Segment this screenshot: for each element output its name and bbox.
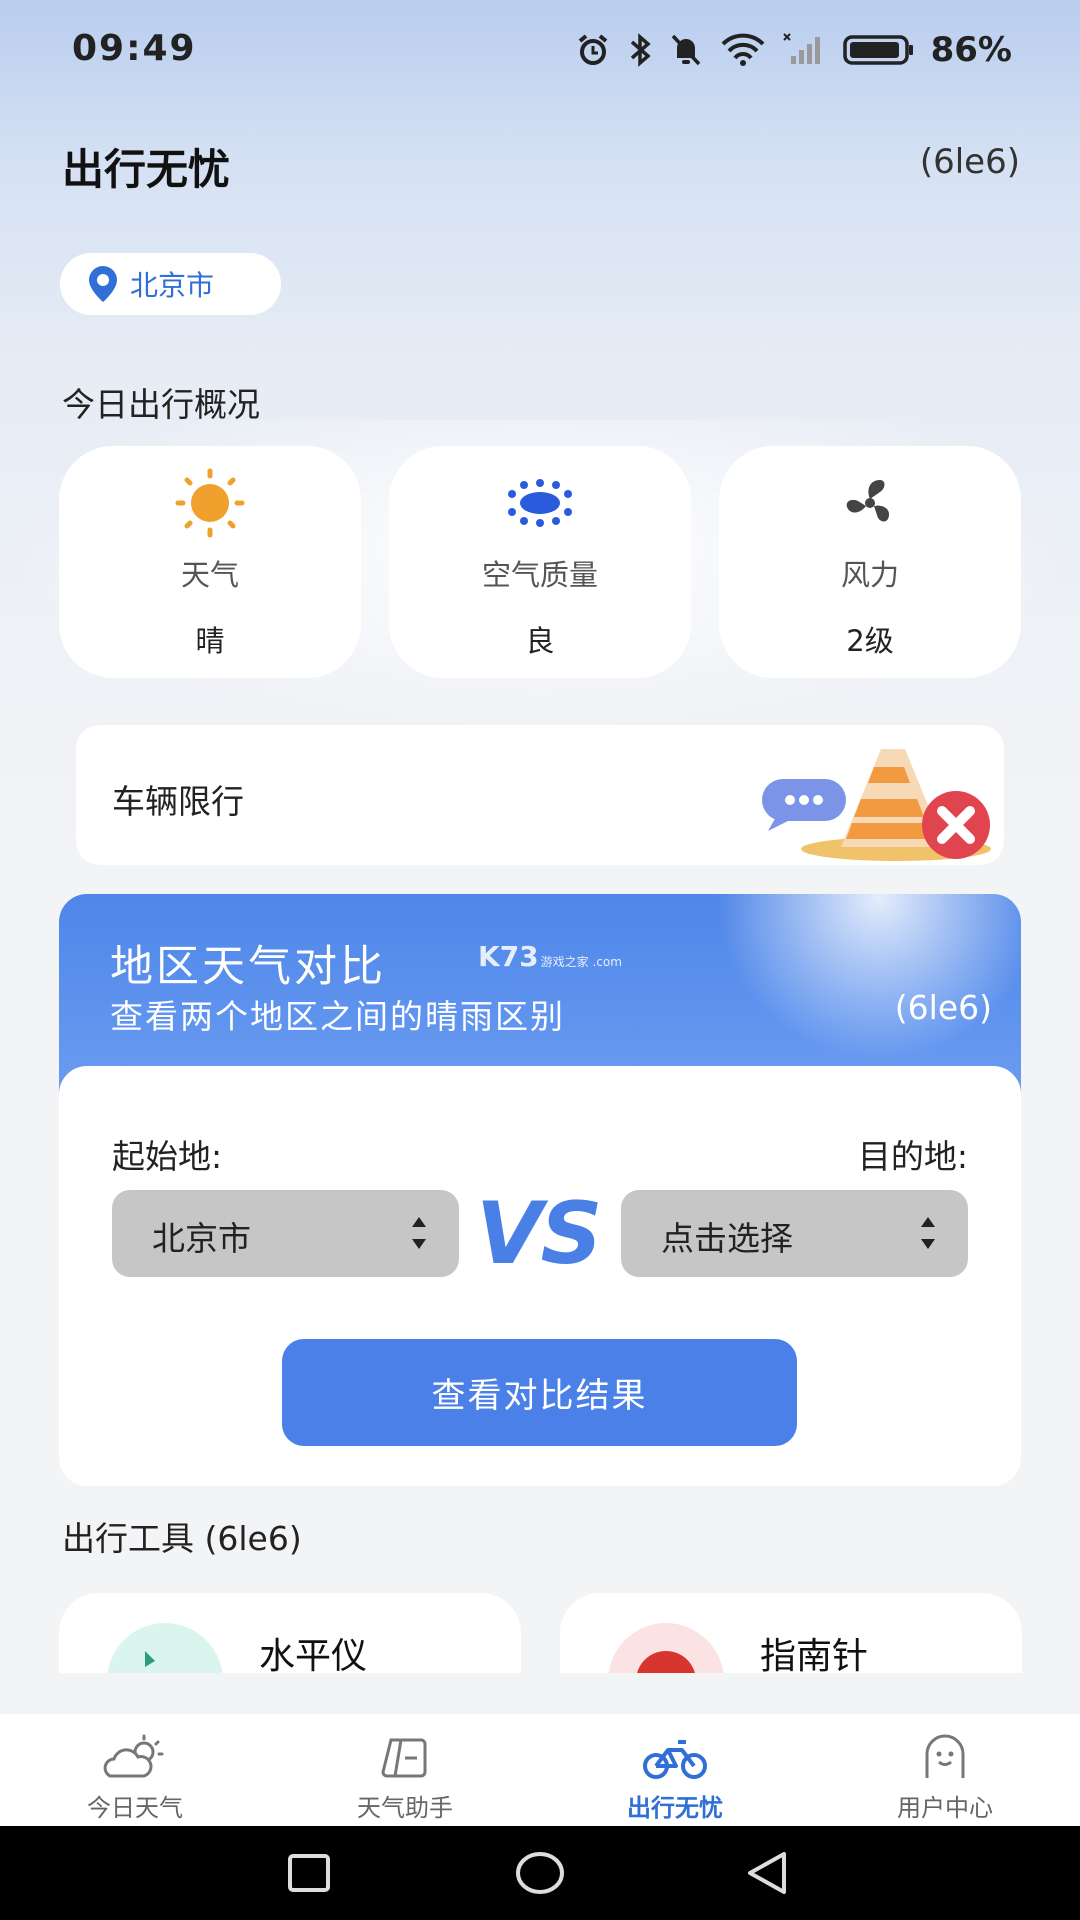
back-icon[interactable] (744, 1848, 792, 1898)
tool-compass-label: 指南针 (760, 1636, 869, 1673)
alarm-icon (578, 34, 607, 65)
select-arrows-icon (412, 1217, 426, 1249)
tab-travel[interactable]: 出行无忧 (575, 1734, 775, 1823)
origin-select[interactable]: 北京市 (112, 1190, 459, 1277)
cloud-sun-icon (103, 1734, 164, 1778)
weather-label: 天气 (180, 558, 239, 592)
wind-value: 2级 (846, 624, 894, 658)
tool-compass[interactable]: 指南针 (560, 1593, 1022, 1673)
weather-card[interactable]: 天气 晴 (59, 446, 361, 678)
destination-select[interactable]: 点击选择 (621, 1190, 968, 1277)
battery-icon (842, 35, 913, 65)
tab-label: 用户中心 (897, 1794, 993, 1822)
wind-label: 风力 (840, 558, 899, 592)
wifi-icon (721, 33, 765, 66)
page-title: 出行无忧 (62, 145, 231, 194)
status-icons: 86% (575, 30, 1012, 70)
tab-weather-assistant[interactable]: 天气助手 (305, 1734, 505, 1823)
view-compare-result-button[interactable]: 查看对比结果 (282, 1339, 797, 1446)
select-arrows-icon (921, 1217, 935, 1249)
battery-percent: 86% (930, 30, 1012, 70)
location-pin-icon (89, 266, 117, 302)
destination-label: 目的地: (857, 1137, 968, 1176)
user-icon (925, 1734, 965, 1778)
system-navigation-bar (0, 1826, 1080, 1920)
air-quality-label: 空气质量 (481, 558, 598, 592)
status-time: 09:49 (72, 28, 197, 69)
tab-label: 今日天气 (87, 1794, 183, 1822)
mute-bell-icon (671, 34, 700, 66)
tab-user-center[interactable]: 用户中心 (845, 1734, 1045, 1823)
home-icon[interactable] (514, 1850, 566, 1896)
compare-subtitle: 查看两个地区之间的晴雨区别 (110, 997, 565, 1036)
compare-title: 地区天气对比 (110, 942, 386, 992)
vehicle-restriction-label: 车辆限行 (112, 782, 244, 821)
bicycle-icon (643, 1740, 707, 1779)
overview-title: 今日出行概况 (62, 385, 260, 424)
bluetooth-icon (630, 33, 651, 67)
watermark: K73 游戏之家 .com (478, 940, 622, 973)
tools-title: 出行工具 (6le6) (62, 1519, 302, 1558)
weather-value: 晴 (195, 624, 225, 658)
air-quality-icon (500, 468, 580, 538)
vehicle-restriction-card[interactable]: 车辆限行 (76, 725, 1004, 865)
air-quality-value: 良 (525, 624, 555, 658)
recent-apps-icon[interactable] (286, 1852, 332, 1894)
assistant-icon (381, 1738, 427, 1778)
tool-level[interactable]: 水平仪 (59, 1593, 521, 1673)
tab-label: 出行无忧 (627, 1794, 723, 1822)
tab-label: 天气助手 (357, 1794, 453, 1822)
wind-card[interactable]: 风力 2级 (719, 446, 1021, 678)
version-label: (6le6) (919, 142, 1020, 182)
destination-select-value: 点击选择 (661, 1219, 793, 1258)
tab-today-weather[interactable]: 今日天气 (35, 1734, 235, 1823)
air-quality-card[interactable]: 空气质量 良 (389, 446, 691, 678)
compass-icon (608, 1623, 724, 1673)
location-button[interactable]: 北京市 (60, 253, 281, 315)
vs-label: VS (476, 1184, 602, 1284)
traffic-cone-icon (762, 749, 991, 861)
location-label: 北京市 (130, 269, 215, 302)
sun-icon (170, 468, 250, 538)
tool-level-label: 水平仪 (259, 1636, 368, 1673)
signal-icon (782, 33, 820, 64)
origin-label: 起始地: (112, 1137, 223, 1176)
level-icon (107, 1623, 223, 1673)
origin-select-value: 北京市 (152, 1219, 251, 1258)
compare-version: (6le6) (894, 988, 992, 1027)
fan-icon (830, 468, 910, 538)
